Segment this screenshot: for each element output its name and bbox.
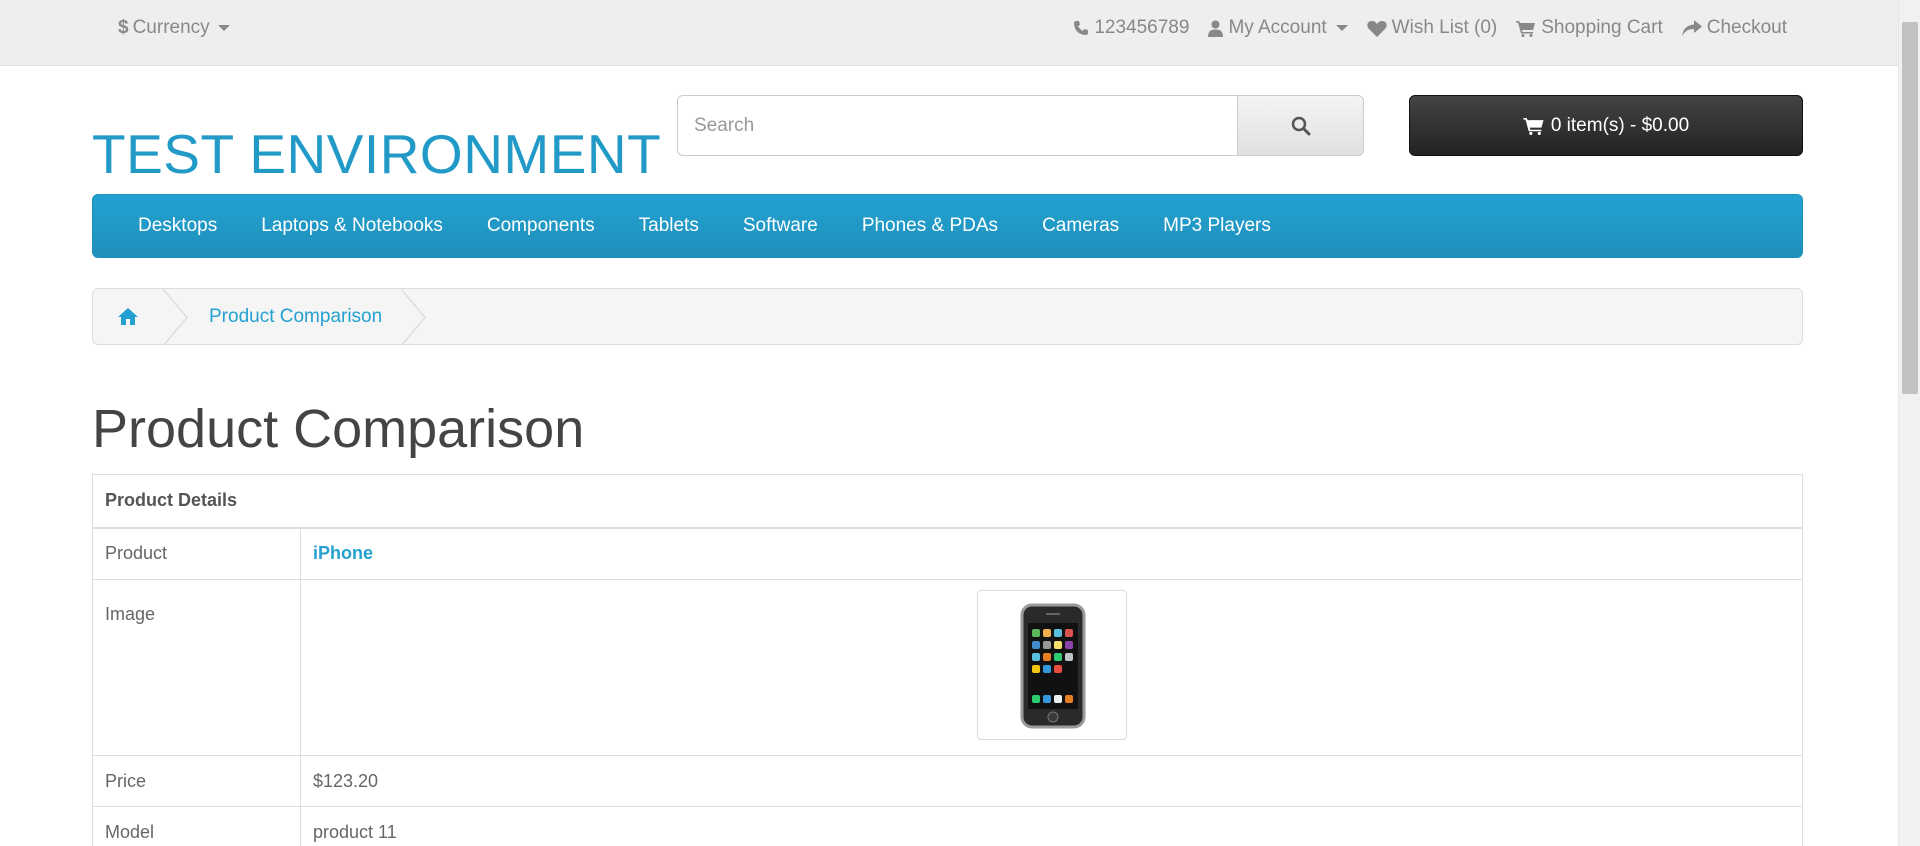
menu-item-components[interactable]: Components (465, 215, 617, 237)
row-value: $123.20 (300, 755, 1803, 807)
my-account-label: My Account (1228, 17, 1327, 38)
row-label: Image (92, 579, 301, 756)
user-icon (1208, 20, 1224, 37)
checkout-link[interactable]: Checkout (1681, 17, 1787, 39)
menu-item-desktops[interactable]: Desktops (116, 215, 239, 237)
cart-total-label: 0 item(s) - $0.00 (1550, 114, 1690, 136)
phone-number: 123456789 (1094, 17, 1190, 38)
wish-list-link[interactable]: Wish List (0) (1366, 17, 1498, 39)
scrollbar-thumb[interactable] (1902, 22, 1918, 394)
main-menu: Desktops Laptops & Notebooks Components … (92, 194, 1803, 258)
site-logo[interactable]: TEST ENVIRONMENT (92, 122, 661, 186)
row-label: Price (92, 755, 301, 807)
chevron-down-icon (1335, 25, 1348, 31)
row-label: Product (92, 527, 301, 580)
menu-item-phones-pdas[interactable]: Phones & PDAs (840, 215, 1020, 237)
checkout-label: Checkout (1706, 17, 1787, 38)
menu-item-tablets[interactable]: Tablets (617, 215, 721, 237)
search-bar (677, 95, 1364, 156)
table-row: Image (92, 579, 1803, 756)
currency-dropdown[interactable]: $ Currency (118, 17, 230, 39)
heart-icon (1366, 20, 1387, 37)
cart-button[interactable]: 0 item(s) - $0.00 (1409, 95, 1803, 156)
table-header: Product Details (92, 474, 1803, 529)
my-account-dropdown[interactable]: My Account (1208, 17, 1348, 39)
search-button[interactable] (1237, 95, 1364, 156)
currency-symbol: $ (118, 17, 129, 38)
comparison-table: Product Details Product iPhone Image Pri… (92, 474, 1803, 846)
page-title: Product Comparison (92, 399, 585, 459)
home-icon (118, 308, 138, 325)
menu-item-laptops-notebooks[interactable]: Laptops & Notebooks (239, 215, 465, 237)
table-row: Product iPhone (92, 527, 1803, 580)
shopping-cart-icon (1516, 20, 1536, 37)
breadcrumb-separator (401, 289, 426, 344)
table-header-row: Product Details (92, 474, 1803, 529)
row-value: product 11 (300, 806, 1803, 846)
search-input[interactable] (677, 95, 1237, 156)
breadcrumb-home[interactable] (93, 289, 163, 344)
chevron-down-icon (217, 25, 230, 31)
shopping-cart-link[interactable]: Shopping Cart (1516, 17, 1663, 39)
search-icon (1291, 116, 1310, 135)
menu-item-cameras[interactable]: Cameras (1020, 215, 1141, 237)
page-scrollbar[interactable] (1898, 0, 1920, 846)
menu-item-mp3-players[interactable]: MP3 Players (1141, 215, 1293, 237)
product-link[interactable]: iPhone (313, 543, 373, 563)
phone-link[interactable]: 123456789 (1073, 17, 1189, 39)
iphone-image (1020, 603, 1085, 728)
row-label: Model (92, 806, 301, 846)
share-icon (1681, 19, 1702, 36)
wish-list-label: Wish List (0) (1391, 17, 1498, 38)
breadcrumb-item-product-comparison[interactable]: Product Comparison (163, 289, 382, 344)
shopping-cart-icon (1523, 117, 1544, 135)
currency-label: Currency (132, 17, 210, 38)
breadcrumb: Product Comparison (92, 288, 1803, 345)
row-value (300, 579, 1803, 756)
menu-item-software[interactable]: Software (721, 215, 840, 237)
top-bar: $ Currency 123456789 My Account Wish Lis… (0, 0, 1898, 66)
table-row: Model product 11 (92, 806, 1803, 846)
row-value: iPhone (300, 527, 1803, 580)
phone-icon (1074, 21, 1089, 35)
product-image (976, 589, 1127, 740)
table-row: Price $123.20 (92, 755, 1803, 807)
shopping-cart-label: Shopping Cart (1541, 17, 1663, 38)
